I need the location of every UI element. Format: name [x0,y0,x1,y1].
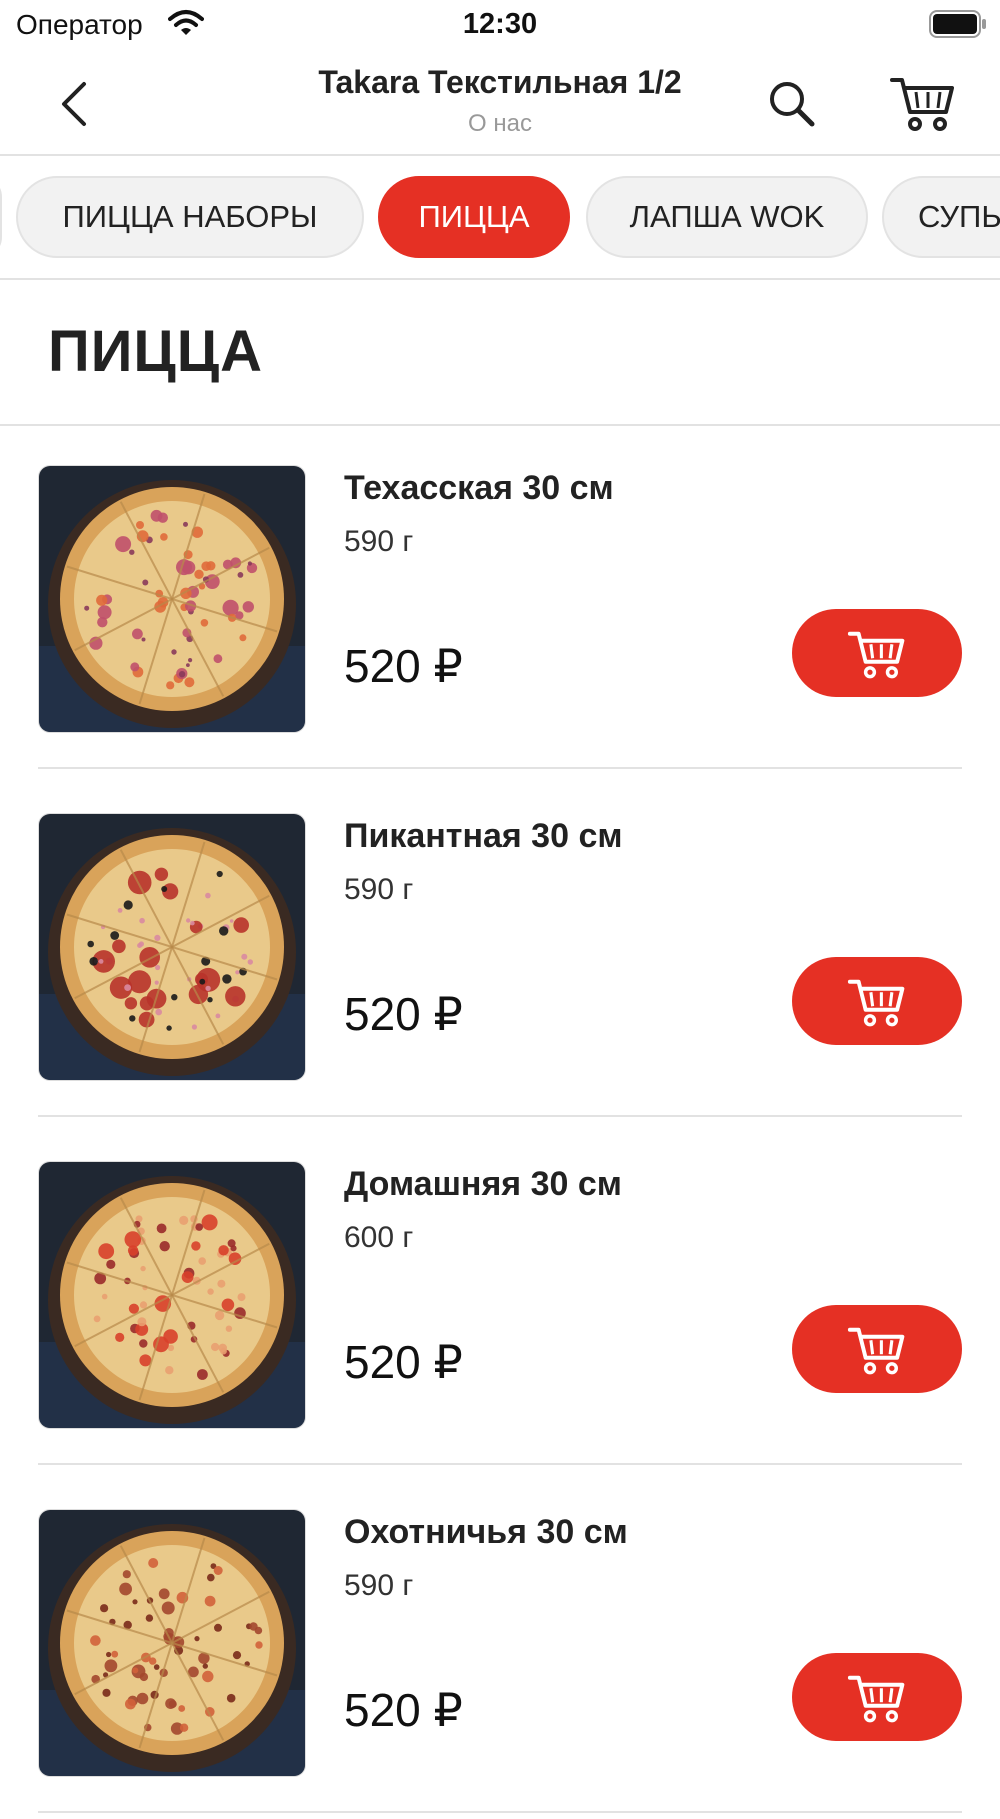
cart-icon [890,78,954,131]
cart-icon [847,1675,905,1723]
cart-icon [847,979,905,1027]
product-weight: 600 г [344,1221,414,1254]
pizza-image [39,1162,305,1428]
product-price: 520 ₽ [344,988,463,1040]
product-price: 520 ₽ [344,1336,463,1388]
product-image[interactable] [38,813,306,1081]
category-chip-pizza-sets[interactable]: ПИЦЦА НАБОРЫ [16,176,364,258]
search-icon [770,82,815,127]
section-title: ПИЦЦА [48,319,263,384]
add-to-cart-button[interactable] [792,1305,962,1393]
add-to-cart-button[interactable] [792,609,962,697]
category-tabs: ПИЦЦА НАБОРЫ ПИЦЦА ЛАПША WOK СУПЫ [0,156,1000,280]
product-name: Охотничья 30 см [344,1513,628,1551]
product-weight: 590 г [344,525,414,558]
divider [38,1115,962,1117]
product-image[interactable] [38,1161,306,1429]
about-link[interactable]: О нас [0,110,1000,138]
product-card[interactable]: Техасская 30 см 590 г 520 ₽ [0,427,1000,775]
product-image[interactable] [38,465,306,733]
product-image[interactable] [38,1509,306,1777]
product-weight: 590 г [344,1569,414,1602]
cart-icon [847,631,905,679]
battery-icon [929,10,987,43]
add-to-cart-button[interactable] [792,1653,962,1741]
add-to-cart-button[interactable] [792,957,962,1045]
product-card[interactable]: Пикантная 30 см 590 г 520 ₽ [0,775,1000,1123]
product-price: 520 ₽ [344,640,463,692]
product-name: Домашняя 30 см [344,1165,622,1203]
category-chip-soups[interactable]: СУПЫ [882,176,1000,258]
status-bar: Оператор 12:30 [0,0,1000,54]
divider [38,1811,962,1813]
product-card[interactable]: Домашняя 30 см 600 г 520 ₽ [0,1123,1000,1471]
pizza-image [39,1510,305,1776]
clock: 12:30 [462,8,538,40]
product-name: Пикантная 30 см [344,817,623,855]
search-button[interactable] [762,74,822,134]
cart-icon [847,1327,905,1375]
product-price: 520 ₽ [344,1684,463,1736]
nav-bar: Takara Текстильная 1/2 О нас [0,54,1000,156]
category-chip-partial[interactable] [0,176,2,258]
category-chip-pizza[interactable]: ПИЦЦА [378,176,570,258]
cart-button[interactable] [888,70,958,134]
divider [38,767,962,769]
divider [0,424,1000,426]
product-name: Техасская 30 см [344,469,614,507]
category-chip-wok-noodles[interactable]: ЛАПША WOK [586,176,868,258]
product-weight: 590 г [344,873,414,906]
divider [38,1463,962,1465]
pizza-image [39,466,305,732]
pizza-image [39,814,305,1080]
product-card[interactable]: Охотничья 30 см 590 г 520 ₽ [0,1471,1000,1819]
page-title: Takara Текстильная 1/2 [318,64,682,100]
